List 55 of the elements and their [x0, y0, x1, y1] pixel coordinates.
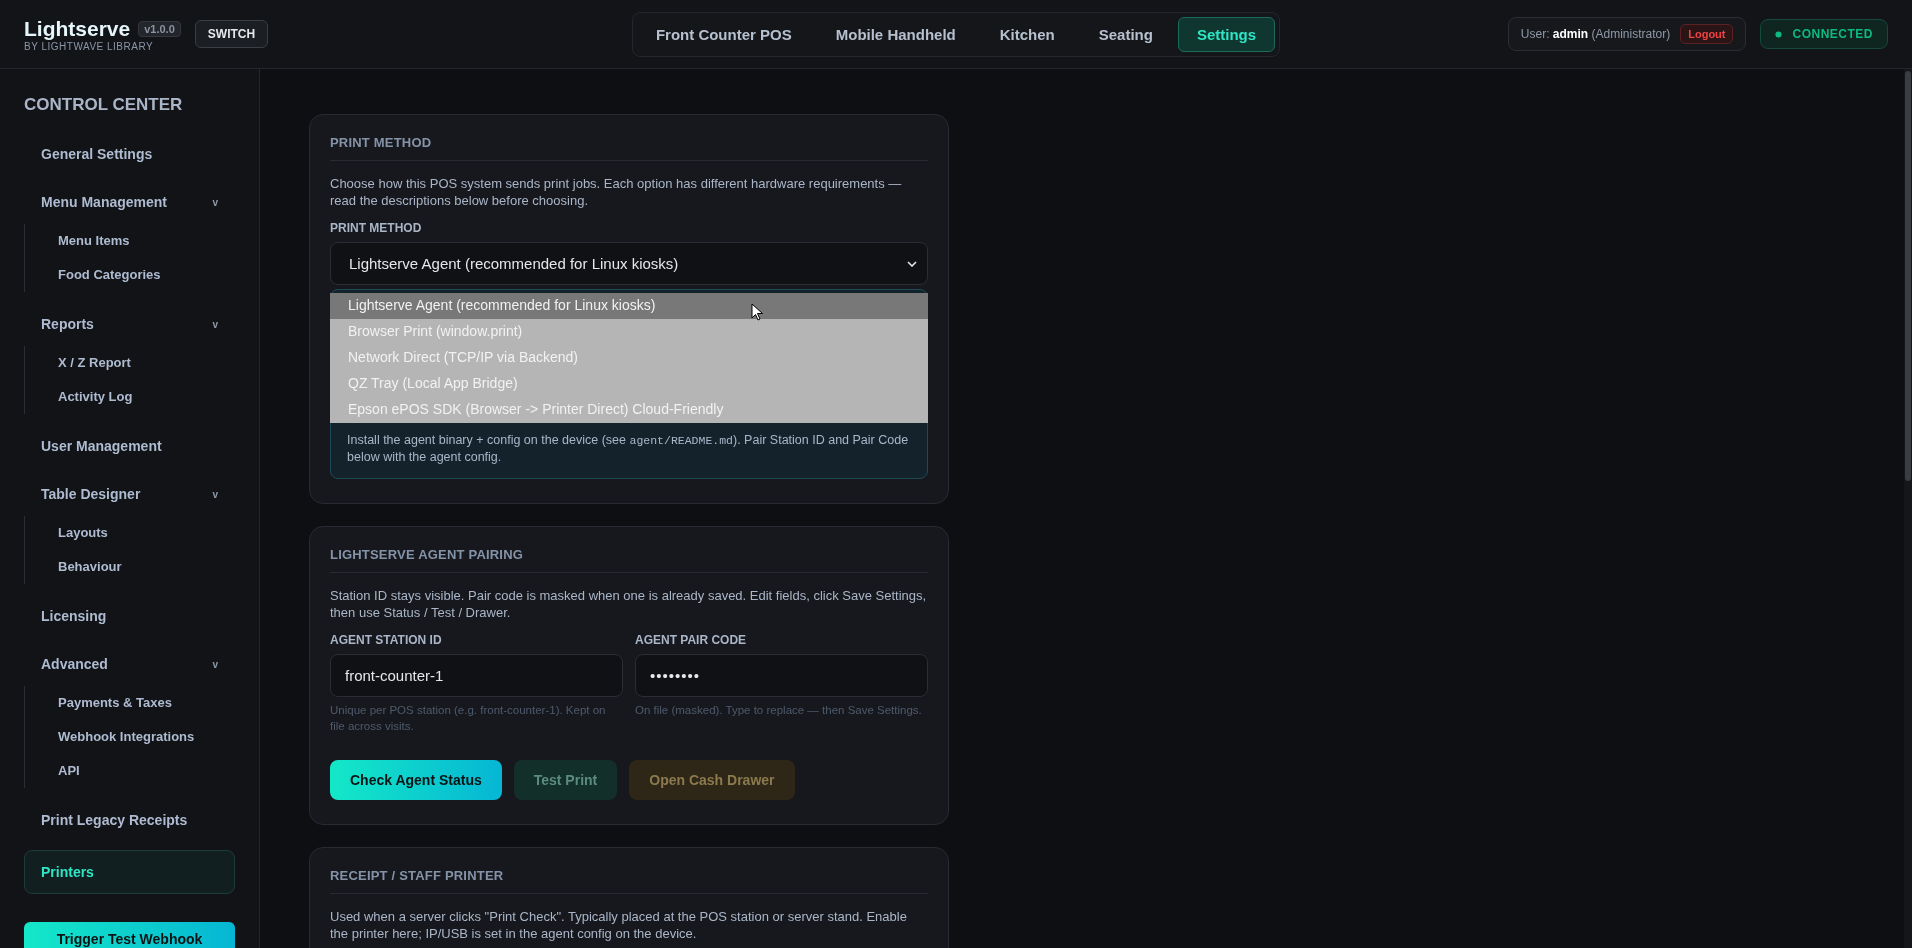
sidebar-subitem[interactable]: Payments & Taxes — [25, 686, 205, 720]
print-method-select[interactable]: Lightserve Agent (recommended for Linux kiosks) — [330, 242, 928, 286]
sidebar-subitem[interactable]: API — [25, 754, 113, 788]
sidebar-item[interactable]: Licensing — [24, 594, 235, 638]
sidebar-item[interactable]: Printers — [24, 850, 235, 894]
version-badge: v1.0.0 — [138, 20, 181, 37]
sidebar-subitem[interactable]: Behaviour — [25, 550, 155, 584]
field-label: PRINT METHOD — [330, 221, 423, 236]
sidebar-subitem[interactable]: Menu Items — [25, 224, 163, 258]
app-title: Lightserve — [24, 16, 131, 41]
card-description: Choose how this POS system sends print jobs. Each option has different hardware requirements — read the descriptions below before choosing. — [330, 175, 903, 210]
sidebar-item[interactable]: User Management — [24, 424, 235, 468]
sidebar-item[interactable]: Table Designer v — [24, 472, 235, 516]
mouse-cursor-icon — [751, 303, 763, 322]
nav-tab[interactable]: Settings — [1177, 16, 1276, 52]
dropdown-option[interactable]: Lightserve Agent (recommended for Linux kiosks) — [330, 293, 928, 320]
sidebar-item[interactable]: General Settings — [24, 132, 235, 176]
card-title: RECEIPT / STAFF PRINTER — [330, 868, 928, 894]
sidebar-item[interactable]: Reports v — [24, 302, 235, 346]
connection-status: CONNECTED — [1760, 19, 1888, 49]
nav-tab[interactable]: Kitchen — [980, 16, 1074, 52]
field-label: AGENT STATION ID — [330, 632, 443, 647]
sidebar-subitem[interactable]: Activity Log — [25, 380, 166, 414]
card-title: LIGHTSERVE AGENT PAIRING — [330, 546, 928, 573]
sidebar-title: CONTROL CENTER — [24, 95, 184, 115]
app-tagline: BY LIGHTWAVE LIBRARY — [24, 40, 155, 52]
field-hint: Unique per POS station (e.g. front-counter-1). Kept on file across visits. — [330, 702, 607, 734]
card-title: PRINT METHOD — [330, 135, 928, 161]
nav-tab[interactable]: Mobile Handheld — [816, 16, 975, 52]
scrollbar[interactable] — [1904, 69, 1912, 948]
card-description: Station ID stays visible. Pair code is masked when one is already saved. Edit fields, click Save Settings, then use Status / Test / Drawer. — [330, 586, 928, 621]
switch-button[interactable]: SWITCH — [194, 20, 269, 48]
sidebar-subitem[interactable]: X / Z Report — [25, 346, 164, 380]
caret-icon — [907, 260, 917, 267]
sidebar-item[interactable]: Print Legacy Receipts — [24, 798, 235, 842]
field-hint: On file (masked). Type to replace — then Save Settings. — [635, 702, 923, 718]
field-label: AGENT PAIR CODE — [635, 632, 748, 647]
nav-tab[interactable]: Front Counter POS — [636, 16, 811, 52]
card-description: Used when a server clicks "Print Check". Typically placed at the POS station or server stand. Enable the printer here; IP/USB is set in the agent config on the device. — [330, 908, 908, 943]
action-button[interactable]: Test Print — [513, 760, 618, 800]
sidebar-subitem[interactable]: Webhook Integrations — [25, 720, 228, 754]
trigger-webhook-button[interactable]: Trigger Test Webhook — [24, 922, 235, 948]
sidebar-item[interactable]: Advanced v — [24, 642, 235, 686]
action-button[interactable]: Open Cash Drawer — [629, 760, 795, 800]
sidebar-subitem[interactable]: Food Categories — [25, 258, 194, 292]
input-field[interactable]: front-counter-1 — [330, 653, 623, 697]
status-dot-icon — [1775, 30, 1783, 38]
logout-button[interactable]: Logout — [1680, 24, 1734, 44]
input-field[interactable]: •••••••• — [635, 653, 928, 697]
info-text: Install the agent binary + config on the device (see agent/README.md). Pair Station ID and Pair Code below with the agent config. — [347, 432, 910, 466]
nav-tab[interactable]: Seating — [1079, 16, 1172, 52]
user-label: User: admin (Administrator) — [1520, 27, 1671, 41]
sidebar-subitem[interactable]: Layouts — [25, 516, 141, 550]
action-button[interactable]: Check Agent Status — [330, 760, 502, 800]
sidebar-item[interactable]: Menu Management v — [24, 180, 235, 224]
